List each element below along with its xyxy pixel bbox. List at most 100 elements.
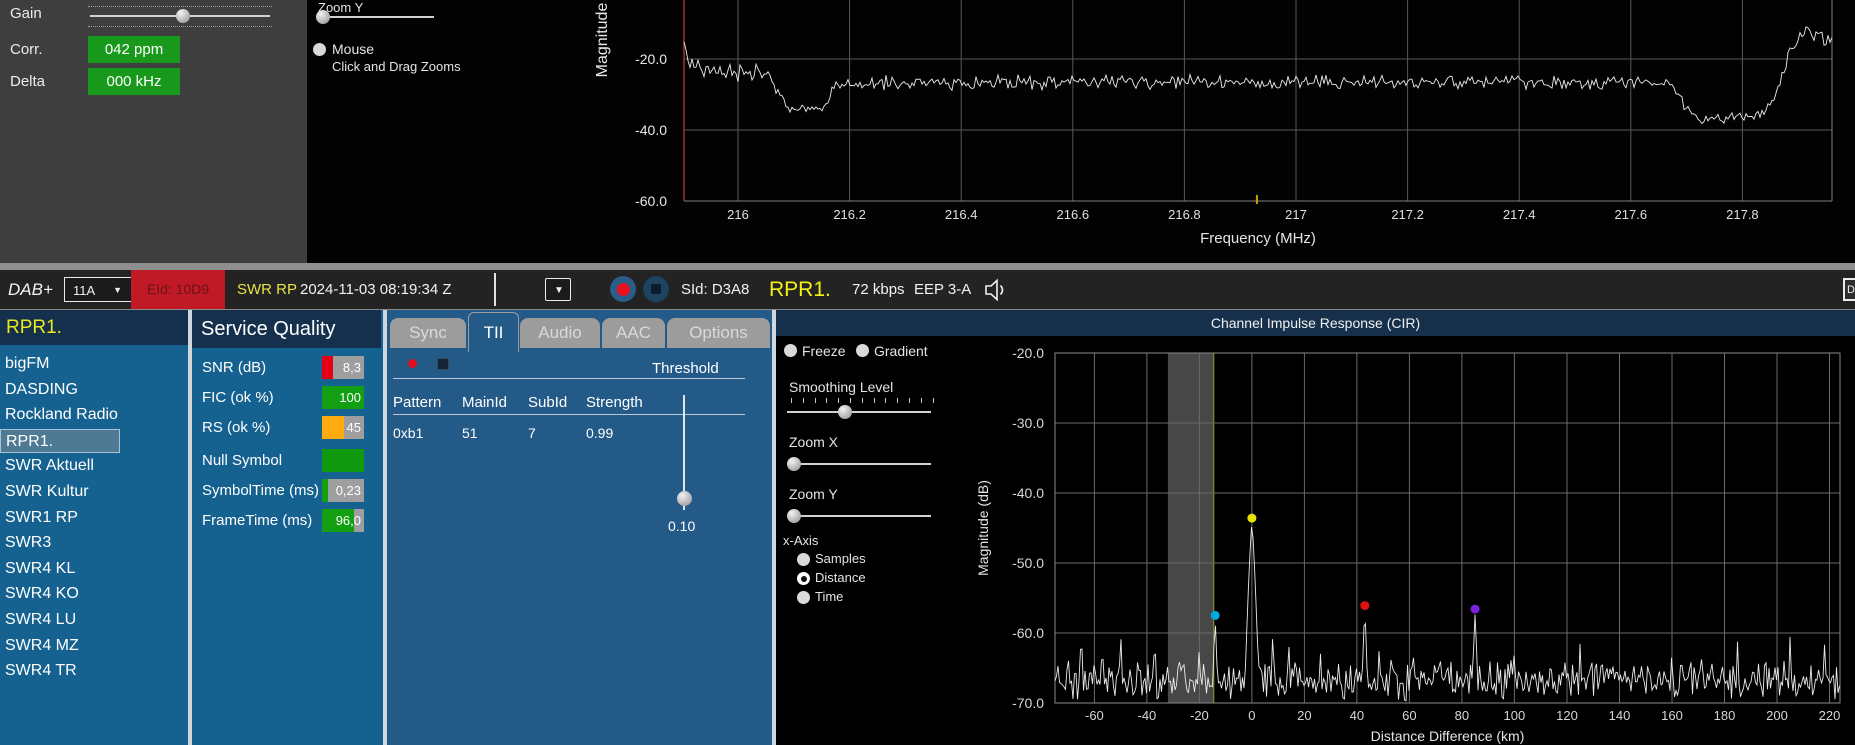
cir-y-tick-label: -40.0	[1012, 485, 1044, 501]
sq-row-snr-db: SNR (dB)8,3	[192, 356, 383, 379]
threshold-value: 0.10	[668, 518, 695, 534]
toolbar: DAB+ 11A ▼ EId: 10D9 SWR RP 2024-11-03 0…	[0, 270, 1855, 310]
tii-cell: 51	[462, 425, 478, 441]
threshold-slider-thumb[interactable]	[677, 491, 692, 506]
spectrum-zoom-y-track[interactable]	[320, 16, 434, 18]
xaxis-radio-samples[interactable]	[797, 553, 810, 566]
dropdown-button[interactable]: ▼	[545, 278, 571, 301]
station-item-swr1-rp[interactable]: SWR1 RP	[0, 506, 183, 530]
chevron-down-icon: ▼	[113, 278, 122, 303]
sq-bar-fill	[322, 479, 328, 502]
service-quality-panel: Service Quality SNR (dB)8,3FIC (ok %)100…	[192, 310, 383, 745]
cir-x-tick-label: 200	[1766, 708, 1788, 723]
cir-zoom-y-track[interactable]	[787, 515, 931, 517]
cir-zoom-x-thumb[interactable]	[787, 457, 801, 471]
sq-row-label: FrameTime (ms)	[202, 509, 312, 532]
station-item-rockland-radio[interactable]: Rockland Radio	[0, 403, 183, 427]
spectrum-x-tick-label: 217	[1285, 207, 1307, 222]
service-quality-rows: SNR (dB)8,3FIC (ok %)100RS (ok %)45Null …	[192, 310, 383, 745]
delta-label: Delta	[10, 73, 45, 90]
smoothing-slider-track[interactable]	[787, 411, 931, 413]
mouse-hint: Click and Drag Zooms	[332, 59, 461, 74]
app-window: Gain Corr. 042 ppm Delta 000 kHz Zoom Y …	[0, 0, 1855, 745]
cir-title: Channel Impulse Response (CIR)	[776, 310, 1855, 336]
gradient-radio[interactable]	[856, 344, 869, 357]
cir-x-tick-label: 160	[1661, 708, 1683, 723]
cir-zoom-x-track[interactable]	[787, 463, 931, 465]
channel-select[interactable]: 11A ▼	[64, 277, 132, 302]
cir-y-tick-label: -60.0	[1012, 625, 1044, 641]
cir-peak-marker	[1360, 601, 1369, 610]
station-item-swr4-tr[interactable]: SWR4 TR	[0, 659, 183, 683]
spectrum-plot[interactable]: 216216.2216.4216.6216.8217217.2217.4217.…	[560, 0, 1855, 258]
spectrum-x-tick-label: 217.2	[1391, 207, 1424, 222]
sq-row-label: Null Symbol	[202, 449, 282, 472]
cir-zoom-y-thumb[interactable]	[787, 509, 801, 523]
station-item-swr-aktuell[interactable]: SWR Aktuell	[0, 454, 183, 478]
tab-options[interactable]: Options	[667, 318, 770, 348]
station-item-rpr1[interactable]: RPR1.	[0, 429, 120, 453]
sq-bar-frametime-ms: 96,0	[322, 509, 364, 532]
speaker-icon[interactable]	[984, 278, 1008, 302]
cir-peak-marker	[1211, 611, 1220, 620]
station-item-swr4-mz[interactable]: SWR4 MZ	[0, 634, 183, 658]
sq-bar-fill	[322, 449, 364, 472]
station-item-swr4-lu[interactable]: SWR4 LU	[0, 608, 183, 632]
cir-x-axis-label: Distance Difference (km)	[1371, 728, 1525, 744]
station-item-swr4-kl[interactable]: SWR4 KL	[0, 557, 183, 581]
smoothing-slider-thumb[interactable]	[838, 405, 852, 419]
tii-header-underline	[393, 414, 745, 415]
spectrum-x-tick-label: 216	[727, 207, 749, 222]
tab-tii[interactable]: TII	[468, 312, 519, 352]
cir-x-tick-label: 80	[1455, 708, 1469, 723]
gain-slider-thumb[interactable]	[176, 9, 190, 23]
smoothing-tick	[874, 398, 875, 403]
cir-y-tick-label: -50.0	[1012, 555, 1044, 571]
tii-table: PatternMainIdSubIdStrength0xb15170.99	[387, 310, 647, 745]
station-item-swr3[interactable]: SWR3	[0, 531, 183, 555]
mouse-radio[interactable]	[313, 43, 326, 56]
stop-icon	[651, 284, 661, 294]
cir-plot[interactable]: -60-40-20020406080100120140160180200220-…	[958, 336, 1855, 745]
xaxis-radio-distance[interactable]	[797, 572, 810, 585]
stop-button[interactable]	[643, 276, 669, 302]
corner-button[interactable]: D	[1843, 278, 1855, 301]
tii-panel: SyncTIIAudioAACOptions Threshold Pattern…	[387, 310, 772, 745]
tii-cell: 7	[528, 425, 536, 441]
corr-label: Corr.	[10, 41, 43, 58]
cir-x-tick-label: 60	[1402, 708, 1416, 723]
protection-label: EEP 3-A	[914, 270, 971, 309]
freeze-radio[interactable]	[784, 344, 797, 357]
cir-x-tick-label: 20	[1297, 708, 1311, 723]
smoothing-tick	[791, 398, 792, 403]
spectrum-zoom-y-thumb[interactable]	[316, 10, 330, 24]
spectrum-x-tick-label: 216.8	[1168, 207, 1201, 222]
gain-slider[interactable]	[88, 4, 272, 28]
tii-col-header-subid: SubId	[528, 394, 567, 411]
station-list-panel: RPR1. bigFMDASDINGRockland RadioRPR1.SWR…	[0, 310, 188, 745]
station-item-dasding[interactable]: DASDING	[0, 378, 183, 402]
spectrum-zone: Zoom Y Mouse Click and Drag Zooms 216216…	[307, 0, 1855, 263]
station-item-swr-kultur[interactable]: SWR Kultur	[0, 480, 183, 504]
xaxis-label: x-Axis	[783, 533, 818, 548]
smoothing-tick	[909, 398, 910, 403]
smoothing-tick	[897, 398, 898, 403]
spectrum-trace	[684, 27, 1832, 124]
cir-y-axis-label: Magnitude (dB)	[975, 480, 991, 576]
station-item-swr4-ko[interactable]: SWR4 KO	[0, 582, 183, 606]
sq-row-label: RS (ok %)	[202, 416, 270, 439]
cir-x-tick-label: 0	[1248, 708, 1255, 723]
service-id-label: SId: D3A8	[681, 270, 749, 309]
spectrum-x-tick-label: 217.6	[1615, 207, 1648, 222]
cir-x-tick-label: 120	[1556, 708, 1578, 723]
smoothing-tick	[862, 398, 863, 403]
sq-row-label: FIC (ok %)	[202, 386, 274, 409]
sq-row-frametime-ms: FrameTime (ms) 96,0	[192, 509, 383, 532]
gain-slider-ticks-top	[88, 6, 272, 7]
tii-col-header-strength: Strength	[586, 394, 643, 411]
xaxis-radio-time[interactable]	[797, 591, 810, 604]
station-item-bigfm[interactable]: bigFM	[0, 352, 183, 376]
record-icon	[617, 283, 630, 296]
record-button[interactable]	[610, 276, 636, 302]
smoothing-tick	[815, 398, 816, 403]
